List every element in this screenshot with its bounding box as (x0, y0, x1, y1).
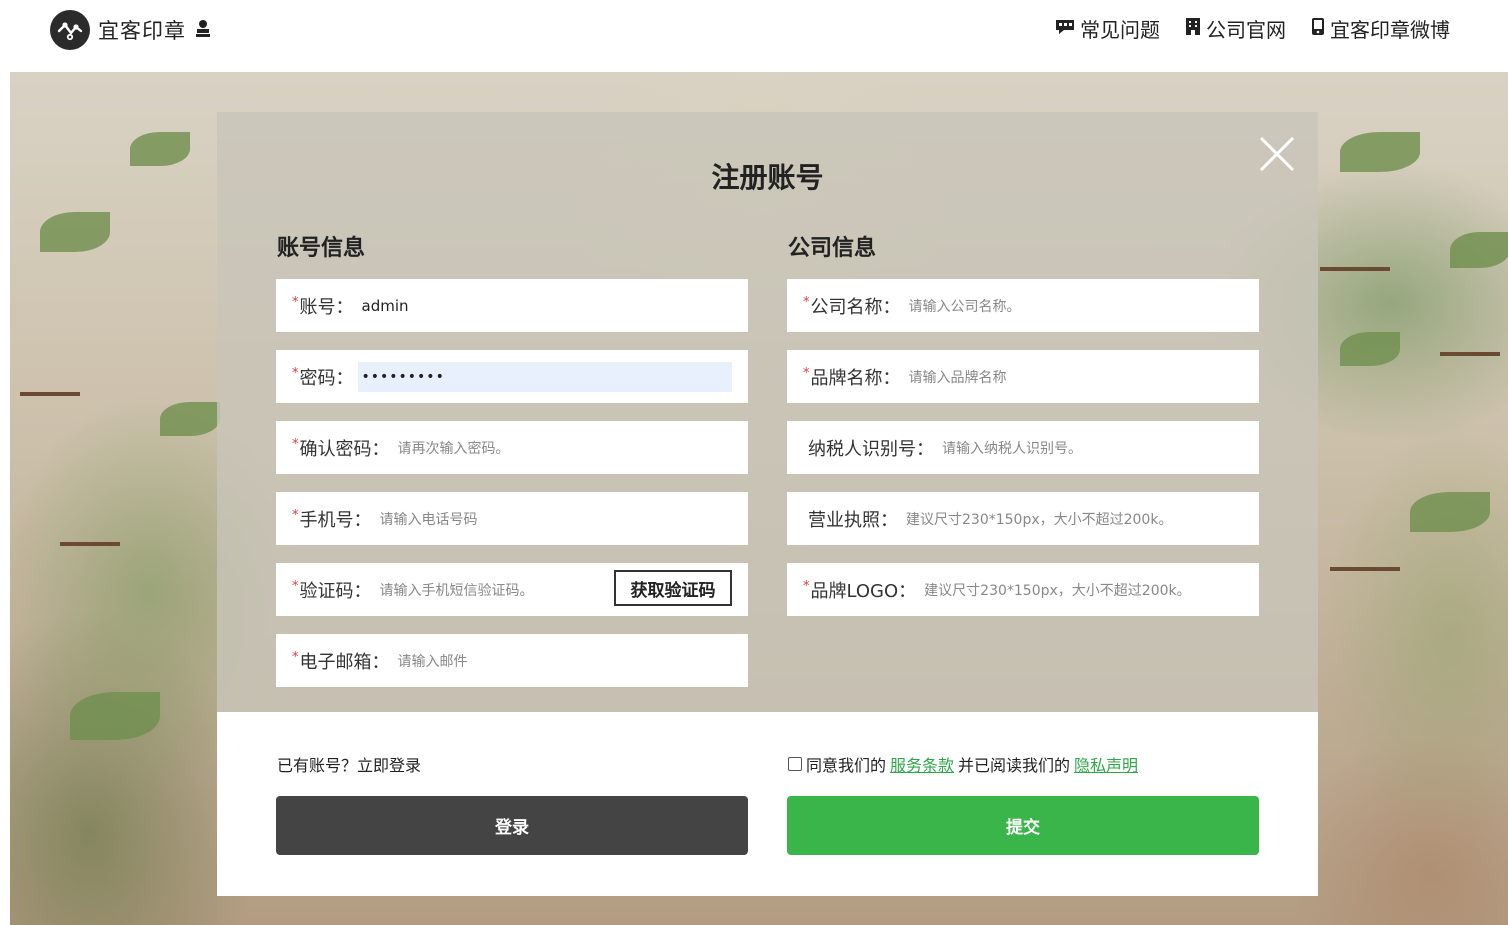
required-mark: * (292, 579, 299, 594)
company-name-label: 公司名称 (810, 296, 883, 318)
brand-logo[interactable]: 宜客印章 (50, 10, 210, 50)
decor-leaf (1410, 492, 1490, 532)
label-colon: ： (371, 438, 390, 460)
account-section-title: 账号信息 (277, 236, 366, 261)
phone-label: 手机号 (299, 509, 354, 531)
label-colon: ： (898, 580, 917, 602)
brand-logo-field: * 品牌LOGO： (787, 563, 1259, 616)
decor-leaf (1340, 332, 1400, 366)
username-field: * 账号： (276, 279, 748, 332)
username-input[interactable] (357, 290, 748, 321)
confirm-password-input[interactable] (393, 432, 748, 463)
brand-name-field: * 品牌名称： (787, 350, 1259, 403)
decor-leaf (70, 692, 160, 740)
terms-link[interactable]: 服务条款 (890, 752, 954, 776)
business-license-field: 营业执照： (787, 492, 1259, 545)
top-bar: 宜客印章 常见问题 公司官网 宜客印章微博 (0, 0, 1508, 72)
phone-field: * 手机号： (276, 492, 748, 545)
code-input[interactable] (375, 574, 614, 605)
code-label: 验证码 (299, 580, 354, 602)
email-input[interactable] (393, 645, 748, 676)
label-colon: ： (880, 509, 898, 531)
label-colon: ： (353, 509, 372, 531)
business-license-label: 营业执照 (808, 509, 880, 531)
required-mark: * (803, 366, 810, 381)
brand-name: 宜客印章 (98, 19, 186, 43)
tax-id-field: 纳税人识别号： (787, 421, 1259, 474)
label-colon: ： (882, 296, 901, 318)
decor-leaf (1340, 132, 1420, 172)
decor-leaf (40, 212, 110, 252)
password-field: * 密码： (276, 350, 748, 403)
label-colon: ： (335, 367, 354, 389)
label-colon: ： (353, 580, 372, 602)
nav-weibo[interactable]: 宜客印章微博 (1312, 14, 1450, 43)
mobile-icon (1312, 18, 1324, 39)
company-name-field: * 公司名称： (787, 279, 1259, 332)
nav-weibo-label: 宜客印章微博 (1330, 18, 1450, 42)
required-mark: * (803, 295, 810, 310)
agree-prefix: 同意我们的 (806, 756, 887, 775)
nav-company-site-label: 公司官网 (1206, 18, 1286, 42)
decor-shelf (60, 542, 120, 546)
nav-company-site[interactable]: 公司官网 (1186, 14, 1286, 43)
username-label: 账号 (299, 296, 336, 318)
decor-leaf (1450, 232, 1508, 268)
agree-checkbox[interactable] (788, 757, 802, 771)
decor-shelf (1440, 352, 1500, 356)
required-mark: * (292, 437, 299, 452)
brand-name-input[interactable] (904, 361, 1259, 392)
required-mark: * (292, 650, 299, 665)
label-colon: ： (916, 438, 934, 460)
brand-name-label: 品牌名称 (810, 367, 883, 389)
brand-logo-label: 品牌LOGO (810, 580, 899, 602)
confirm-password-label: 确认密码 (299, 438, 372, 460)
company-name-input[interactable] (904, 290, 1259, 321)
password-label: 密码 (299, 367, 336, 389)
phone-input[interactable] (375, 503, 748, 534)
required-mark: * (292, 366, 299, 381)
confirm-password-field: * 确认密码： (276, 421, 748, 474)
brand-logo-upload[interactable] (920, 574, 1259, 605)
close-icon[interactable] (1257, 134, 1297, 174)
required-mark: * (292, 508, 299, 523)
building-icon (1186, 18, 1200, 39)
required-mark: * (803, 579, 810, 594)
nav-faq[interactable]: 常见问题 (1056, 14, 1160, 43)
login-prompt-link[interactable]: 已有账号？立即登录 (277, 752, 421, 776)
company-section-title: 公司信息 (788, 236, 877, 261)
nav-faq-label: 常见问题 (1080, 18, 1160, 42)
email-field: * 电子邮箱： (276, 634, 748, 687)
label-colon: ： (371, 651, 390, 673)
required-mark: * (292, 295, 299, 310)
privacy-link[interactable]: 隐私声明 (1074, 752, 1138, 776)
decor-shelf (1330, 567, 1400, 571)
register-modal: 注册账号 账号信息 公司信息 * 账号： * 密码： * 确认密码： * 手机号… (217, 112, 1318, 896)
tax-id-input[interactable] (938, 432, 1259, 463)
agreement-row: 同意我们的 服务条款 并已阅读我们的 隐私声明 (788, 752, 1138, 776)
login-button[interactable]: 登录 (276, 796, 748, 855)
chat-icon (1056, 19, 1074, 38)
modal-title: 注册账号 (711, 161, 824, 194)
get-code-button[interactable]: 获取验证码 (614, 570, 732, 606)
tax-id-label: 纳税人识别号 (808, 438, 916, 460)
submit-button[interactable]: 提交 (787, 796, 1259, 855)
business-license-upload[interactable] (902, 503, 1259, 534)
decor-leaf (130, 132, 190, 166)
decor-leaf (160, 402, 220, 436)
top-nav: 常见问题 公司官网 宜客印章微博 (1056, 14, 1450, 43)
label-colon: ： (882, 367, 901, 389)
code-field: * 验证码： 获取验证码 (276, 563, 748, 616)
email-label: 电子邮箱 (299, 651, 372, 673)
decor-shelf (1320, 267, 1390, 271)
stamp-logo-icon (50, 10, 90, 50)
label-colon: ： (335, 296, 354, 318)
password-input[interactable] (357, 361, 732, 392)
user-icon (196, 19, 210, 42)
agree-middle: 并已阅读我们的 (958, 756, 1071, 775)
decor-shelf (20, 392, 80, 396)
